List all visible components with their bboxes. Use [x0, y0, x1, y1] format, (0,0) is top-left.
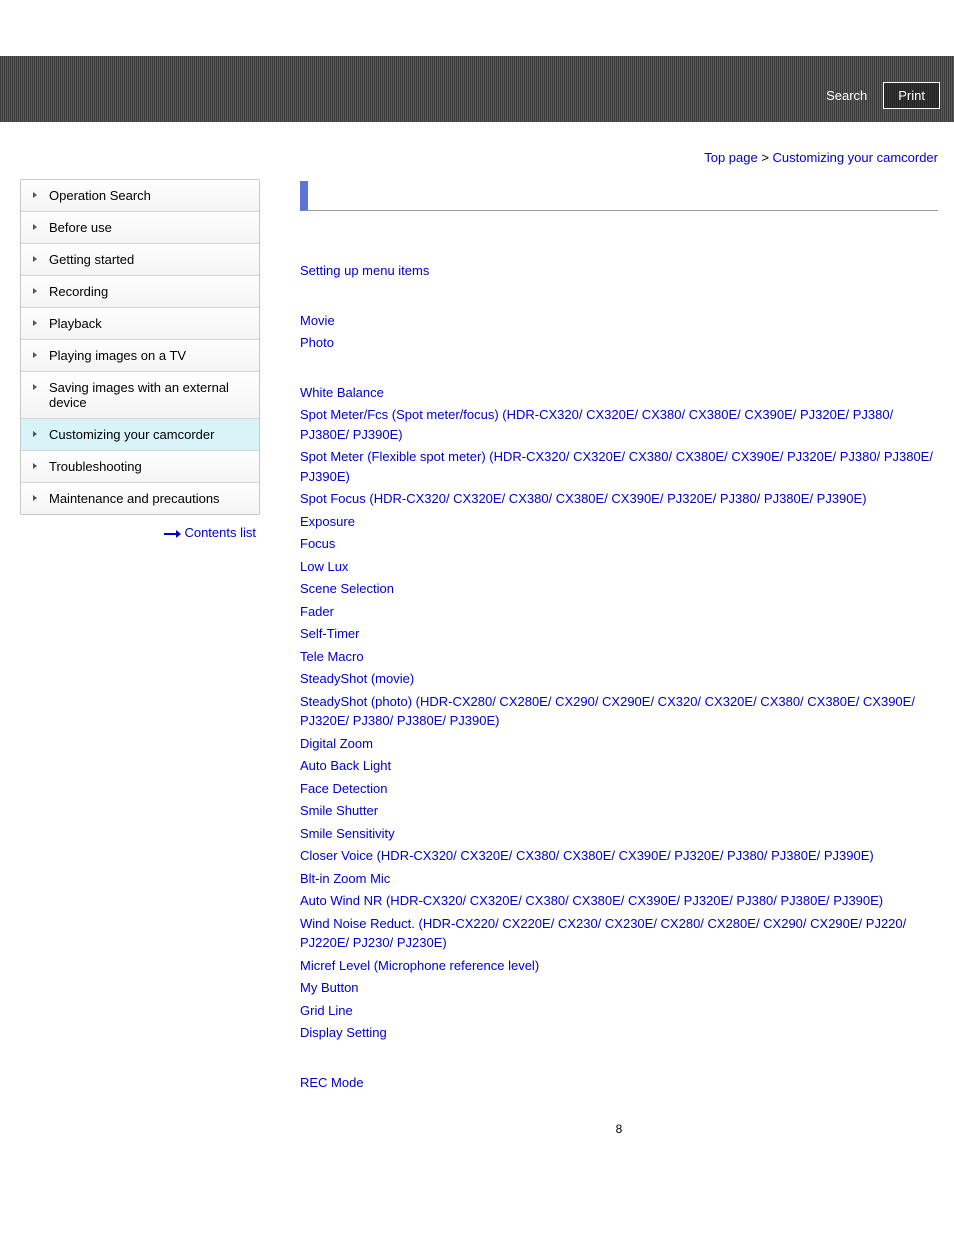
- sidebar-item[interactable]: Operation Search: [21, 180, 259, 212]
- link-group-image-quality: REC Mode: [300, 1073, 938, 1093]
- content-line: SteadyShot (photo) (HDR-CX280/ CX280E/ C…: [300, 692, 938, 731]
- content-line: Grid Line: [300, 1001, 938, 1021]
- content-link[interactable]: Digital Zoom: [300, 736, 373, 751]
- header-band: Search Print: [0, 56, 954, 122]
- content-link[interactable]: Spot Meter (Flexible spot meter) (HDR-CX…: [300, 449, 933, 484]
- header-controls: Search Print: [816, 82, 940, 109]
- content-line: Low Lux: [300, 557, 938, 577]
- content-link[interactable]: Fader: [300, 604, 334, 619]
- sidebar-item[interactable]: Before use: [21, 212, 259, 244]
- link-group-shooting-mode: Movie Photo: [300, 311, 938, 353]
- content-link[interactable]: Micref Level (Microphone reference level…: [300, 958, 539, 973]
- content-link[interactable]: Spot Meter/Fcs (Spot meter/focus) (HDR-C…: [300, 407, 893, 442]
- content-line: Display Setting: [300, 1023, 938, 1043]
- content-link[interactable]: Smile Sensitivity: [300, 826, 395, 841]
- content-line: Movie: [300, 311, 938, 331]
- content-link[interactable]: Low Lux: [300, 559, 348, 574]
- content-link[interactable]: Auto Wind NR (HDR-CX320/ CX320E/ CX380/ …: [300, 893, 883, 908]
- content-line: REC Mode: [300, 1073, 938, 1093]
- content-line: My Button: [300, 978, 938, 998]
- content-link[interactable]: Scene Selection: [300, 581, 394, 596]
- sidebar: Operation SearchBefore useGetting starte…: [0, 177, 260, 540]
- content-line: Spot Focus (HDR-CX320/ CX320E/ CX380/ CX…: [300, 489, 938, 509]
- content-link[interactable]: Self-Timer: [300, 626, 359, 641]
- content-link[interactable]: Grid Line: [300, 1003, 353, 1018]
- content-line: Focus: [300, 534, 938, 554]
- content-line: SteadyShot (movie): [300, 669, 938, 689]
- content-line: Auto Back Light: [300, 756, 938, 776]
- content-line: Wind Noise Reduct. (HDR-CX220/ CX220E/ C…: [300, 914, 938, 953]
- content-line: Scene Selection: [300, 579, 938, 599]
- sidebar-item[interactable]: Playback: [21, 308, 259, 340]
- search-button[interactable]: Search: [816, 82, 877, 109]
- contents-list-row: Contents list: [20, 515, 260, 540]
- sidebar-item[interactable]: Getting started: [21, 244, 259, 276]
- content-link[interactable]: Setting up menu items: [300, 263, 429, 278]
- content-link[interactable]: SteadyShot (movie): [300, 671, 414, 686]
- breadcrumb: Top page > Customizing your camcorder: [0, 122, 954, 177]
- content-link[interactable]: White Balance: [300, 385, 384, 400]
- content-link[interactable]: Wind Noise Reduct. (HDR-CX220/ CX220E/ C…: [300, 916, 906, 951]
- content-line: Digital Zoom: [300, 734, 938, 754]
- breadcrumb-top-link[interactable]: Top page: [704, 150, 758, 165]
- sidebar-list: Operation SearchBefore useGetting starte…: [20, 179, 260, 515]
- content-link[interactable]: Focus: [300, 536, 335, 551]
- content-line: Fader: [300, 602, 938, 622]
- content-line: Smile Shutter: [300, 801, 938, 821]
- print-button[interactable]: Print: [883, 82, 940, 109]
- page-number: 8: [300, 1122, 938, 1136]
- breadcrumb-separator: >: [758, 150, 773, 165]
- content-line: Closer Voice (HDR-CX320/ CX320E/ CX380/ …: [300, 846, 938, 866]
- content-link[interactable]: REC Mode: [300, 1075, 364, 1090]
- sidebar-item[interactable]: Troubleshooting: [21, 451, 259, 483]
- content-line: Setting up menu items: [300, 261, 938, 281]
- breadcrumb-current-link[interactable]: Customizing your camcorder: [773, 150, 938, 165]
- content-link[interactable]: Smile Shutter: [300, 803, 378, 818]
- content-line: Micref Level (Microphone reference level…: [300, 956, 938, 976]
- content-link[interactable]: Auto Back Light: [300, 758, 391, 773]
- arrow-right-icon: [164, 533, 180, 535]
- content-link[interactable]: Closer Voice (HDR-CX320/ CX320E/ CX380/ …: [300, 848, 874, 863]
- content-line: Spot Meter/Fcs (Spot meter/focus) (HDR-C…: [300, 405, 938, 444]
- content-link[interactable]: SteadyShot (photo) (HDR-CX280/ CX280E/ C…: [300, 694, 915, 729]
- sidebar-item[interactable]: Saving images with an external device: [21, 372, 259, 419]
- content-line: Photo: [300, 333, 938, 353]
- main-content: Setting up menu items Movie Photo White B…: [260, 177, 954, 1176]
- content-line: Blt-in Zoom Mic: [300, 869, 938, 889]
- section-heading-bar: [300, 181, 938, 211]
- sidebar-item[interactable]: Customizing your camcorder: [21, 419, 259, 451]
- content-link[interactable]: Movie: [300, 313, 335, 328]
- content-link[interactable]: Photo: [300, 335, 334, 350]
- content-link[interactable]: Face Detection: [300, 781, 387, 796]
- content-link[interactable]: Display Setting: [300, 1025, 387, 1040]
- content-link[interactable]: Blt-in Zoom Mic: [300, 871, 390, 886]
- content-line: Exposure: [300, 512, 938, 532]
- sidebar-item[interactable]: Playing images on a TV: [21, 340, 259, 372]
- content-line: Self-Timer: [300, 624, 938, 644]
- content-link[interactable]: Spot Focus (HDR-CX320/ CX320E/ CX380/ CX…: [300, 491, 867, 506]
- content-line: Face Detection: [300, 779, 938, 799]
- content-line: Tele Macro: [300, 647, 938, 667]
- contents-list-link[interactable]: Contents list: [184, 525, 256, 540]
- link-group-camera-mic: White Balance Spot Meter/Fcs (Spot meter/…: [300, 383, 938, 1043]
- sidebar-item[interactable]: Maintenance and precautions: [21, 483, 259, 514]
- content-link[interactable]: Exposure: [300, 514, 355, 529]
- link-group-setup: Setting up menu items: [300, 261, 938, 281]
- content-line: White Balance: [300, 383, 938, 403]
- content-line: Spot Meter (Flexible spot meter) (HDR-CX…: [300, 447, 938, 486]
- sidebar-item[interactable]: Recording: [21, 276, 259, 308]
- content-line: Smile Sensitivity: [300, 824, 938, 844]
- content-link[interactable]: Tele Macro: [300, 649, 364, 664]
- content-line: Auto Wind NR (HDR-CX320/ CX320E/ CX380/ …: [300, 891, 938, 911]
- content-link[interactable]: My Button: [300, 980, 359, 995]
